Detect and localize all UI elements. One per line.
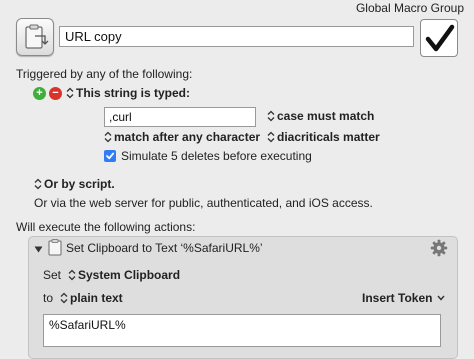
insert-token-label: Insert Token (362, 291, 433, 305)
clipboard-icon (48, 239, 62, 259)
remove-trigger-button[interactable]: − (49, 87, 62, 100)
triggers-heading: Triggered by any of the following: (16, 67, 193, 81)
diacriticals-label: diacriticals matter (277, 130, 380, 144)
gear-icon[interactable] (430, 239, 448, 260)
add-trigger-button[interactable]: + (33, 87, 46, 100)
plus-icon: + (36, 87, 43, 99)
format-select-value: plain text (70, 291, 123, 305)
macro-icon[interactable] (16, 18, 54, 56)
add-trigger-popup[interactable]: Or by script. (34, 177, 115, 191)
case-match-label: case must match (277, 109, 375, 123)
format-select-popup[interactable]: plain text (60, 291, 123, 305)
chevron-down-icon (437, 295, 445, 301)
disclosure-triangle-icon[interactable] (34, 243, 43, 257)
macro-enabled-checkbox[interactable] (420, 19, 458, 57)
actions-heading: Will execute the following actions: (16, 220, 196, 234)
diacriticals-popup[interactable]: diacriticals matter (267, 130, 380, 144)
minus-icon: − (52, 87, 59, 99)
match-position-popup[interactable]: match after any character (104, 130, 260, 144)
typed-string-input[interactable]: ,curl (104, 107, 256, 127)
macro-group-name: Global Macro Group (355, 1, 464, 15)
chevron-updown-icon (104, 131, 112, 143)
checkmark-icon (106, 152, 115, 160)
checkmark-icon (425, 24, 455, 52)
chevron-updown-icon (60, 292, 68, 304)
insert-token-menu[interactable]: Insert Token (362, 291, 445, 305)
chevron-updown-icon (267, 131, 275, 143)
set-label: Set (43, 268, 62, 282)
trigger-type-popup[interactable]: This string is typed: (66, 86, 190, 100)
to-label: to (43, 291, 54, 305)
action-title: Set Clipboard to Text ‘%SafariURL%’ (66, 241, 263, 255)
simulate-deletes-checkbox[interactable] (104, 150, 116, 162)
chevron-updown-icon (267, 110, 275, 122)
web-server-note: Or via the web server for public, authen… (34, 196, 373, 210)
chevron-updown-icon (66, 87, 74, 99)
case-match-popup[interactable]: case must match (267, 109, 374, 123)
simulate-deletes-label: Simulate 5 deletes before executing (121, 149, 312, 163)
or-by-script-label: Or by script. (44, 177, 115, 191)
clipboard-text-area[interactable]: %SafariURL% (43, 314, 441, 347)
clipboard-select-value: System Clipboard (78, 268, 181, 282)
trigger-type-label: This string is typed: (76, 86, 191, 100)
match-position-label: match after any character (114, 130, 261, 144)
clipboard-select-popup[interactable]: System Clipboard (68, 268, 180, 282)
macro-name-field[interactable]: URL copy (59, 26, 414, 47)
chevron-updown-icon (68, 269, 76, 281)
clipboard-icon (25, 24, 49, 49)
chevron-updown-icon (34, 178, 42, 190)
